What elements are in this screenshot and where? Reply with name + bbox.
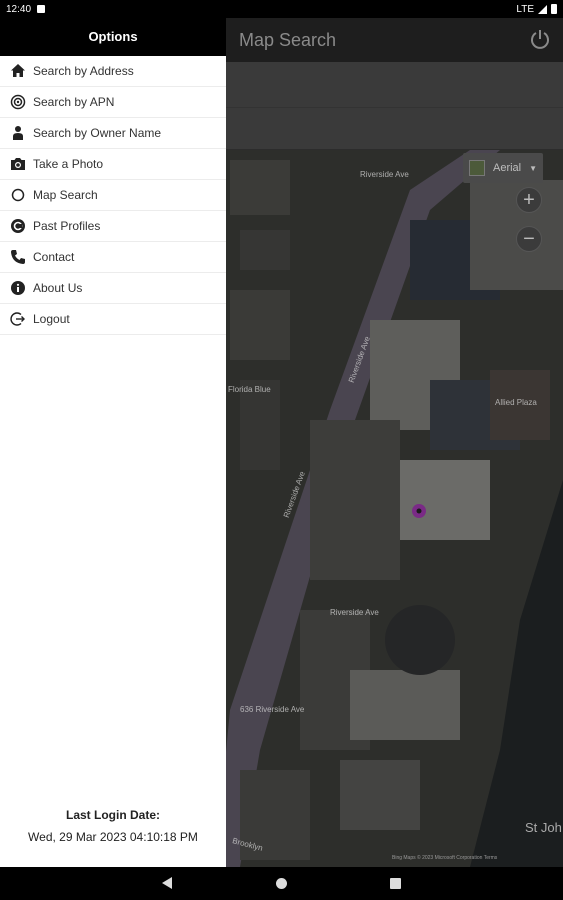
map-layer-label: Aerial: [493, 162, 522, 174]
history-icon: [9, 217, 27, 235]
back-icon[interactable]: [162, 877, 172, 889]
menu-item-label: Map Search: [33, 188, 98, 202]
signal-icon: [538, 4, 547, 14]
status-bar: 12:40 LTE: [0, 0, 563, 18]
person-icon: [9, 124, 27, 142]
target-icon: [9, 93, 27, 111]
menu-item-label: Contact: [33, 250, 75, 264]
info-icon: [9, 279, 27, 297]
zoom-out-button[interactable]: −: [516, 226, 542, 252]
navigation-drawer: Options Search by Address Search by APN …: [0, 18, 226, 867]
battery-icon: [551, 4, 557, 14]
camera-icon: [9, 155, 27, 173]
last-login-value: Wed, 29 Mar 2023 04:10:18 PM: [28, 830, 198, 844]
map-layer-button[interactable]: Aerial ▼: [463, 153, 543, 183]
menu-item-search-by-apn[interactable]: Search by APN: [0, 87, 226, 118]
status-right: LTE: [516, 4, 557, 15]
map-label: Riverside Ave: [360, 170, 409, 179]
map-attribution: Bing Maps © 2023 Microsoft Corporation T…: [392, 855, 498, 861]
map-label: Florida Blue: [228, 385, 271, 394]
menu-item-label: About Us: [33, 281, 83, 295]
menu-item-map-search[interactable]: Map Search: [0, 180, 226, 211]
menu-item-label: Logout: [33, 312, 70, 326]
home-button-icon[interactable]: [276, 878, 287, 889]
menu-item-label: Take a Photo: [33, 157, 104, 171]
drawer-title: Options: [0, 18, 226, 56]
status-time: 12:40: [6, 3, 32, 15]
map-label: Allied Plaza: [495, 398, 537, 407]
notification-icon: [37, 5, 46, 13]
menu-item-contact[interactable]: Contact: [0, 242, 226, 273]
menu-item-search-by-address[interactable]: Search by Address: [0, 56, 226, 87]
system-nav-bar: [0, 867, 563, 900]
network-label: LTE: [516, 3, 534, 15]
menu-item-label: Past Profiles: [33, 219, 101, 233]
last-login-info: Last Login Date: Wed, 29 Mar 2023 04:10:…: [0, 808, 226, 844]
last-login-label: Last Login Date:: [65, 808, 160, 822]
phone-icon: [9, 248, 27, 266]
menu-item-past-profiles[interactable]: Past Profiles: [0, 211, 226, 242]
menu-item-logout[interactable]: Logout: [0, 304, 226, 335]
home-icon: [9, 62, 27, 80]
logout-icon: [9, 310, 27, 328]
menu-item-label: Search by Owner Name: [33, 126, 162, 140]
power-icon[interactable]: [529, 28, 551, 50]
recent-apps-icon[interactable]: [390, 878, 401, 889]
menu-item-search-by-owner[interactable]: Search by Owner Name: [0, 118, 226, 149]
page-title: Map Search: [239, 30, 337, 50]
menu-item-label: Search by Address: [33, 64, 134, 78]
aerial-thumbnail-icon: [469, 160, 485, 176]
menu-item-label: Search by APN: [33, 95, 115, 109]
map-place-label: St Joh: [525, 820, 562, 835]
caret-down-icon: ▼: [529, 163, 537, 173]
menu-item-about-us[interactable]: About Us: [0, 273, 226, 304]
menu-item-take-photo[interactable]: Take a Photo: [0, 149, 226, 180]
map-label: 636 Riverside Ave: [240, 705, 305, 714]
circle-icon: [9, 186, 27, 204]
map-label: Riverside Ave: [330, 608, 379, 617]
zoom-in-button[interactable]: +: [516, 187, 542, 213]
